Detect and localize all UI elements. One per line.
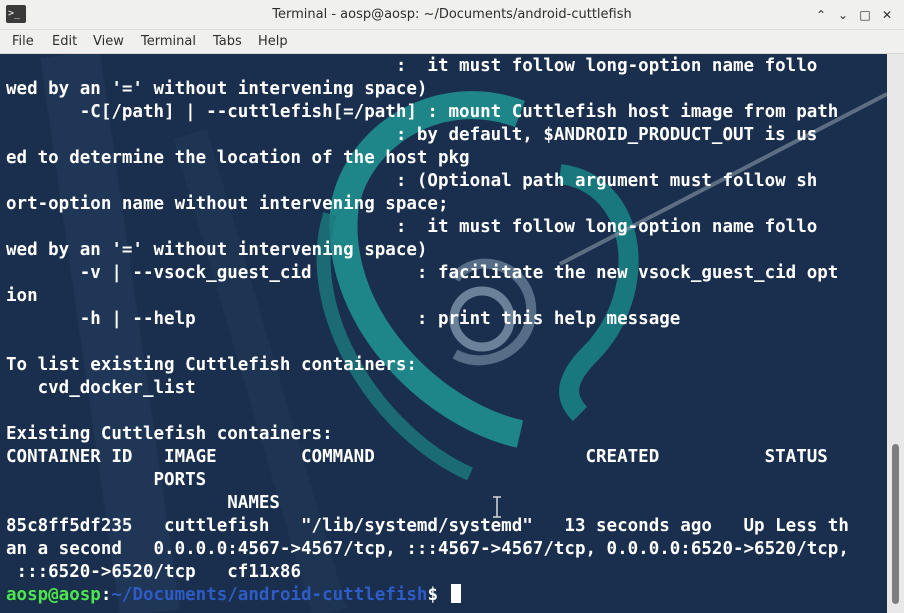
terminal-line: wed by an '=' without intervening space) [6,240,428,260]
shell-prompt[interactable]: aosp@aosp:~/Documents/android-cuttlefish… [6,584,849,607]
terminal-line: ion [6,286,38,306]
minimize-button[interactable]: ⌃ [812,6,830,24]
terminal-line: : (Optional path argument must follow sh [6,171,818,191]
menu-tabs[interactable]: Tabs [213,30,242,53]
terminal-line: To list existing Cuttlefish containers: [6,355,417,375]
maximize-button[interactable]: □ [856,6,874,24]
text-cursor [450,584,461,603]
title-bar[interactable]: >_ Terminal - aosp@aosp: ~/Documents/and… [0,0,904,30]
terminal-line: ed to determine the location of the host… [6,148,470,168]
menu-edit[interactable]: Edit [52,30,77,53]
terminal-line: 85c8ff5df235 cuttlefish "/lib/systemd/sy… [6,516,849,536]
menu-view[interactable]: View [93,30,124,53]
terminal-line: :::6520->6520/tcp cf11x86 [6,562,302,582]
prompt-symbol: $ [427,585,438,605]
menu-terminal[interactable]: Terminal [141,30,196,53]
menu-bar: File Edit View Terminal Tabs Help [0,30,904,54]
menu-help[interactable]: Help [258,30,288,53]
terminal-line: Existing Cuttlefish containers: [6,424,333,444]
window-title: Terminal - aosp@aosp: ~/Documents/androi… [272,7,632,22]
terminal-line: -h | --help : print this help message [6,309,681,329]
terminal-line: -C[/path] | --cuttlefish[=/path] : mount… [6,102,839,122]
scrollbar-thumb[interactable] [892,444,899,604]
prompt-path: ~/Documents/android-cuttlefish [111,585,428,605]
vertical-scrollbar[interactable] [887,54,904,613]
restore-button[interactable]: ⌄ [834,6,852,24]
terminal-output-area[interactable]: : it must follow long-option name follo … [0,54,887,613]
terminal-line: : by default, $ANDROID_PRODUCT_OUT is us [6,125,818,145]
terminal-line: : it must follow long-option name follo [6,217,818,237]
terminal-line: wed by an '=' without intervening space) [6,79,428,99]
terminal-line: CONTAINER ID IMAGE COMMAND CREATED STATU… [6,447,828,467]
close-button[interactable]: ✕ [878,6,896,24]
terminal-line: -v | --vsock_guest_cid : facilitate the … [6,263,839,283]
terminal-line: an a second 0.0.0.0:4567->4567/tcp, :::4… [6,539,849,559]
terminal-window: >_ Terminal - aosp@aosp: ~/Documents/and… [0,0,904,613]
prompt-separator: : [100,585,112,605]
ibeam-cursor-icon [493,496,501,518]
menu-file[interactable]: File [12,30,34,53]
terminal-lines: : it must follow long-option name follo … [6,55,849,607]
prompt-user: aosp@aosp [6,585,101,605]
terminal-line: PORTS [6,470,207,490]
terminal-line: : it must follow long-option name follo [6,56,818,76]
terminal-line: cvd_docker_list [6,378,196,398]
terminal-line: ort-option name without intervening spac… [6,194,449,214]
terminal-line: NAMES [6,493,280,513]
